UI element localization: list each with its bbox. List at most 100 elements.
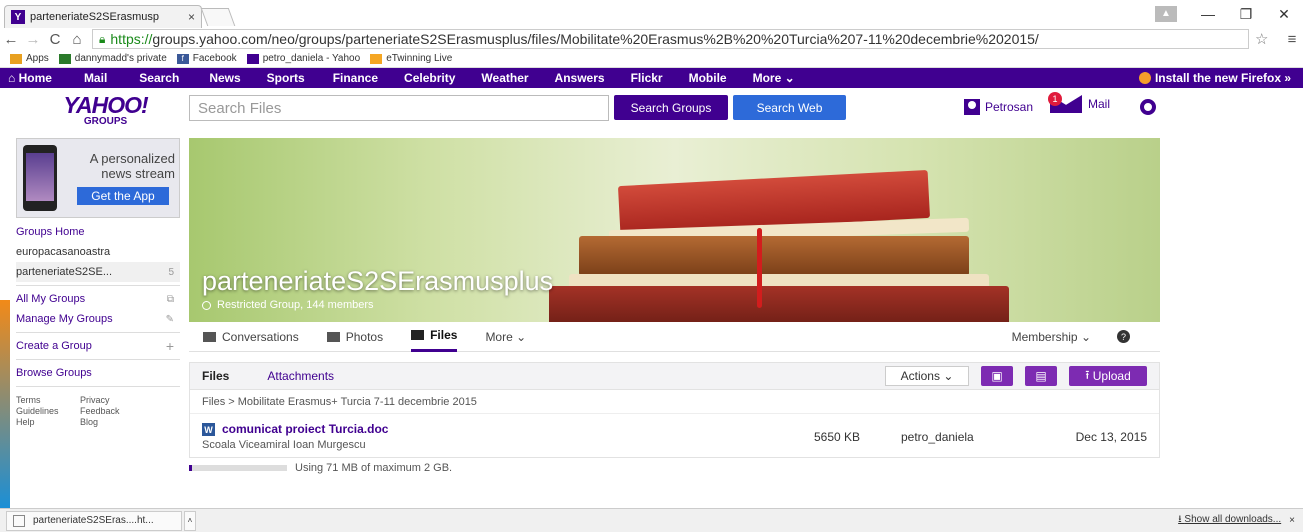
new-file-button[interactable]: ▤: [1025, 366, 1057, 386]
reload-icon[interactable]: C: [44, 31, 66, 48]
install-firefox-link[interactable]: Install the new Firefox »: [1138, 71, 1291, 85]
nav-flickr[interactable]: Flickr: [631, 71, 663, 85]
yahoo-top-nav: ⌂ Home Mail Search News Sports Finance C…: [0, 68, 1303, 88]
file-icon: [13, 514, 25, 527]
downloads-bar: parteneriateS2SEras....ht... ˄ ⭳ Show al…: [0, 508, 1303, 532]
download-options-icon[interactable]: ˄: [184, 510, 196, 531]
blog-link[interactable]: Blog: [80, 417, 160, 427]
table-row[interactable]: W comunicat proiect Turcia.doc Scoala Vi…: [190, 414, 1159, 458]
bookmark-dannymadd[interactable]: dannymadd's private: [58, 53, 167, 64]
lock-icon: 🔒︎: [99, 31, 106, 46]
show-all-downloads-link[interactable]: ⭳ Show all downloads...: [1178, 512, 1281, 529]
sidebar-group-parteneriate[interactable]: parteneriateS2SE... 5: [16, 262, 180, 282]
file-owner[interactable]: petro_daniela: [901, 430, 974, 444]
groups-icon: ⧉: [166, 293, 174, 305]
close-downloads-bar-icon[interactable]: ×: [1289, 515, 1295, 526]
nav-celebrity[interactable]: Celebrity: [404, 71, 455, 85]
nav-finance[interactable]: Finance: [333, 71, 378, 85]
yahoo-groups-logo[interactable]: YAHOO! GROUPS: [48, 92, 163, 127]
etwinning-icon: [370, 53, 383, 64]
app-promo-ad[interactable]: A personalized news stream Get the App: [16, 138, 180, 218]
manage-my-groups-link[interactable]: Manage My Groups ✎: [16, 309, 180, 329]
bookmark-apps[interactable]: Apps: [10, 53, 49, 64]
privacy-link[interactable]: Privacy: [80, 395, 160, 405]
forward-icon[interactable]: →: [22, 31, 44, 48]
terms-link[interactable]: Terms: [16, 395, 80, 405]
breadcrumb[interactable]: Files > Mobilitate Erasmus+ Turcia 7-11 …: [190, 390, 1159, 414]
browse-groups-link[interactable]: Browse Groups: [16, 363, 180, 383]
book-image: [549, 286, 1009, 322]
nav-mail[interactable]: Mail: [84, 71, 107, 85]
yahoo-favicon-icon: Y: [11, 10, 25, 24]
guidelines-link[interactable]: Guidelines: [16, 406, 80, 416]
get-app-button[interactable]: Get the App: [77, 187, 169, 205]
download-item[interactable]: parteneriateS2SEras....ht...: [6, 510, 182, 531]
sidebar-group-europacasanoastra[interactable]: europacasanoastra: [16, 242, 180, 262]
bookmark-etwinning[interactable]: eTwinning Live: [370, 53, 452, 64]
file-size: 5650 KB: [814, 430, 861, 444]
file-name-link[interactable]: comunicat proiect Turcia.doc: [222, 422, 388, 436]
tab-close-icon[interactable]: ×: [188, 10, 195, 24]
search-web-button[interactable]: Search Web: [733, 95, 846, 120]
new-tab-button[interactable]: [200, 8, 236, 26]
nav-search[interactable]: Search: [139, 71, 179, 85]
gear-icon[interactable]: [1140, 99, 1156, 115]
nav-mobile[interactable]: Mobile: [689, 71, 727, 85]
tab-files[interactable]: Files: [411, 322, 458, 352]
feedback-link[interactable]: Feedback: [80, 406, 160, 416]
url-text: groups.yahoo.com/neo/groups/parteneriate…: [152, 31, 1039, 47]
ad-text: A personalized news stream: [89, 151, 175, 181]
sidebar: Groups Home europacasanoastra parteneria…: [16, 222, 180, 390]
search-input[interactable]: Search Files: [189, 95, 609, 121]
file-plus-icon: ▤: [1035, 369, 1047, 383]
file-date: Dec 13, 2015: [1075, 430, 1147, 444]
user-profile-link[interactable]: Petrosan: [964, 99, 1033, 115]
bookmark-ribbon: [757, 228, 762, 308]
actions-dropdown[interactable]: Actions ⌄: [885, 366, 969, 386]
minimize-icon[interactable]: —: [1189, 6, 1227, 22]
help-link[interactable]: Help: [16, 417, 80, 427]
home-icon[interactable]: ⌂: [66, 31, 88, 48]
folder-plus-icon: ▣: [991, 369, 1003, 383]
nav-news[interactable]: News: [209, 71, 240, 85]
files-subtab[interactable]: Files: [202, 369, 229, 383]
browser-tab[interactable]: Y parteneriateS2SErasmusp ×: [4, 5, 202, 28]
upload-icon: ⭱: [1085, 367, 1090, 382]
nav-answers[interactable]: Answers: [555, 71, 605, 85]
nav-weather[interactable]: Weather: [481, 71, 528, 85]
storage-usage-text: Using 71 MB of maximum 2 GB.: [295, 462, 453, 474]
mail-link[interactable]: 1 Mail: [1048, 92, 1110, 113]
address-bar[interactable]: 🔒︎ https:// groups.yahoo.com/neo/groups/…: [92, 29, 1249, 49]
tab-more[interactable]: More ⌄: [485, 322, 526, 352]
tab-title: parteneriateS2SErasmusp: [30, 11, 160, 23]
nav-sports[interactable]: Sports: [267, 71, 305, 85]
attachments-subtab[interactable]: Attachments: [267, 369, 334, 383]
profile-icon[interactable]: ▲: [1155, 6, 1177, 22]
nav-more[interactable]: More ⌄: [753, 71, 795, 85]
restore-icon[interactable]: ❐: [1227, 6, 1265, 23]
new-folder-button[interactable]: ▣: [981, 366, 1013, 386]
all-my-groups-link[interactable]: All My Groups ⧉: [16, 289, 180, 309]
browser-toolbar: ← → C ⌂ 🔒︎ https:// groups.yahoo.com/neo…: [0, 28, 1303, 50]
camera-icon: [326, 331, 340, 342]
groups-home-link[interactable]: Groups Home: [16, 222, 180, 242]
upload-button[interactable]: ⭱ Upload: [1069, 366, 1147, 386]
create-group-link[interactable]: Create a Group +: [16, 336, 180, 356]
bookmark-yahoo-mail[interactable]: petro_daniela - Yahoo: [246, 53, 360, 64]
facebook-icon: f: [176, 53, 189, 64]
back-icon[interactable]: ←: [0, 31, 22, 48]
help-icon[interactable]: ?: [1117, 330, 1130, 343]
menu-icon[interactable]: ≡: [1281, 31, 1303, 48]
phone-image: [23, 145, 57, 211]
storage-usage: Using 71 MB of maximum 2 GB.: [189, 462, 452, 474]
nav-home[interactable]: ⌂ Home: [8, 71, 52, 85]
tab-photos[interactable]: Photos: [326, 322, 383, 352]
bookmark-facebook[interactable]: f Facebook: [176, 53, 237, 64]
bookmark-favicon-icon: [58, 53, 71, 64]
search-groups-button[interactable]: Search Groups: [614, 95, 728, 120]
membership-dropdown[interactable]: Membership ⌄: [1012, 322, 1091, 352]
tab-conversations[interactable]: Conversations: [203, 322, 299, 352]
close-window-icon[interactable]: ✕: [1265, 6, 1303, 23]
book-image: [579, 236, 969, 276]
bookmark-star-icon[interactable]: ☆: [1255, 30, 1281, 48]
